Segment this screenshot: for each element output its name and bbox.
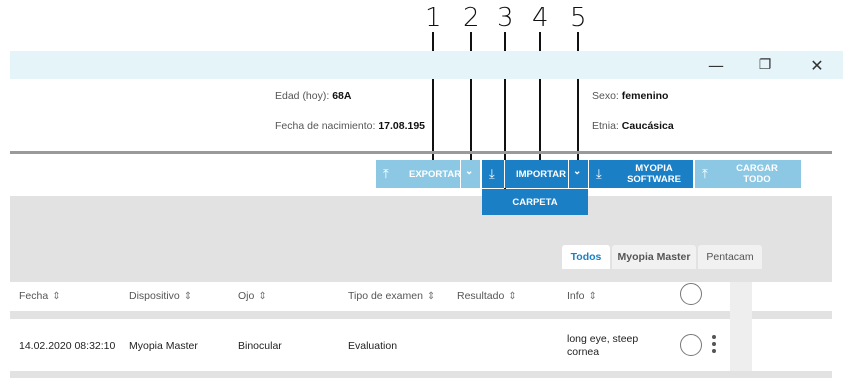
callout-5: 5	[570, 3, 587, 33]
tab-pentacam[interactable]: Pentacam	[698, 245, 762, 269]
download-icon: ⤓	[596, 166, 602, 181]
column-header-dispositivo[interactable]: Dispositivo ⇕	[129, 290, 192, 302]
cell-tipo: Evaluation	[348, 340, 398, 352]
sort-icon: ⇕	[588, 291, 597, 302]
column-ojo-label: Ojo	[238, 290, 255, 302]
patient-sex: Sexo: femenino	[592, 90, 668, 102]
column-tipo-label: Tipo de examen	[348, 290, 423, 302]
column-resultado-label: Resultado	[457, 290, 505, 302]
cell-ojo: Binocular	[238, 340, 282, 352]
sex-value: femenino	[621, 90, 669, 102]
cell-fecha: 14.02.2020 08:32:10	[19, 340, 116, 352]
ethnicity-value: Caucásica	[621, 120, 674, 132]
column-header-ojo[interactable]: Ojo ⇕	[238, 290, 267, 302]
cell-info-line1: long eye, steep	[567, 333, 639, 345]
restore-icon[interactable]: ❐	[745, 51, 785, 79]
myopia-software-label: MYOPIA SOFTWARE	[627, 163, 681, 185]
cell-dispositivo: Myopia Master	[129, 340, 198, 352]
sex-label: Sexo:	[592, 90, 622, 102]
column-header-info[interactable]: Info ⇕	[567, 290, 597, 302]
dob-label: Fecha de nacimiento:	[275, 120, 379, 132]
select-all-radio[interactable]	[680, 283, 702, 305]
import-dropdown-button[interactable]: ⌄	[569, 160, 588, 188]
tab-all[interactable]: Todos	[562, 245, 610, 269]
sort-icon: ⇕	[183, 291, 193, 302]
header-divider	[10, 151, 832, 154]
callout-2: 2	[463, 3, 480, 33]
row-select-radio[interactable]	[680, 334, 702, 356]
upload-all-label: CARGAR TODO	[736, 163, 778, 185]
age-value: 68A	[332, 90, 352, 102]
callout-4: 4	[532, 3, 549, 33]
kebab-dots	[712, 335, 716, 353]
upload-icon: ⤒	[702, 166, 708, 181]
upload-all-button[interactable]: ⤒ CARGAR TODO	[695, 160, 801, 188]
myopia-software-button[interactable]: ⤓ MYOPIA SOFTWARE	[589, 160, 693, 188]
patient-age: Edad (hoy): 68A	[275, 90, 351, 102]
import-label: IMPORTAR	[516, 169, 566, 180]
sort-icon: ⇕	[258, 291, 267, 302]
sort-icon: ⇕	[508, 291, 517, 302]
column-info-label: Info	[567, 290, 585, 302]
dropdown-item-folder[interactable]: CARPETA	[482, 189, 588, 215]
column-header-fecha[interactable]: Fecha ⇕	[19, 290, 61, 302]
patient-ethnicity: Etnia: Caucásica	[592, 120, 674, 132]
export-label: EXPORTAR	[409, 169, 462, 180]
age-label: Edad (hoy):	[275, 90, 333, 102]
import-icon-divider	[504, 160, 505, 188]
bottom-strip	[10, 371, 832, 378]
column-fecha-label: Fecha	[19, 290, 49, 302]
column-header-resultado[interactable]: Resultado ⇕	[457, 290, 517, 302]
callout-3: 3	[497, 3, 514, 33]
chevron-down-icon: ⌄	[573, 166, 582, 177]
sort-icon: ⇕	[426, 291, 436, 302]
ethnicity-label: Etnia:	[592, 120, 622, 132]
column-header-tipo[interactable]: Tipo de examen ⇕	[348, 290, 435, 302]
column-dispositivo-label: Dispositivo	[129, 290, 180, 302]
sort-icon: ⇕	[52, 291, 61, 302]
export-dropdown-button[interactable]: ⌄	[461, 160, 480, 188]
patient-dob: Fecha de nacimiento: 17.08.195	[275, 120, 425, 132]
close-icon[interactable]: ✕	[797, 51, 837, 79]
row-separator	[10, 311, 832, 319]
callout-1: 1	[425, 3, 442, 33]
more-options-icon[interactable]	[711, 334, 717, 354]
vertical-scrollbar[interactable]	[730, 282, 752, 378]
tab-myopia-master[interactable]: Myopia Master	[612, 245, 696, 269]
upload-icon: ⤒	[383, 166, 389, 181]
download-icon: ⤓	[489, 166, 495, 181]
minimize-icon[interactable]: —	[696, 51, 736, 79]
cell-info-line2: cornea	[567, 346, 600, 358]
chevron-down-icon: ⌄	[465, 166, 474, 177]
dob-value: 17.08.195	[378, 120, 426, 132]
content-panel	[10, 196, 832, 282]
